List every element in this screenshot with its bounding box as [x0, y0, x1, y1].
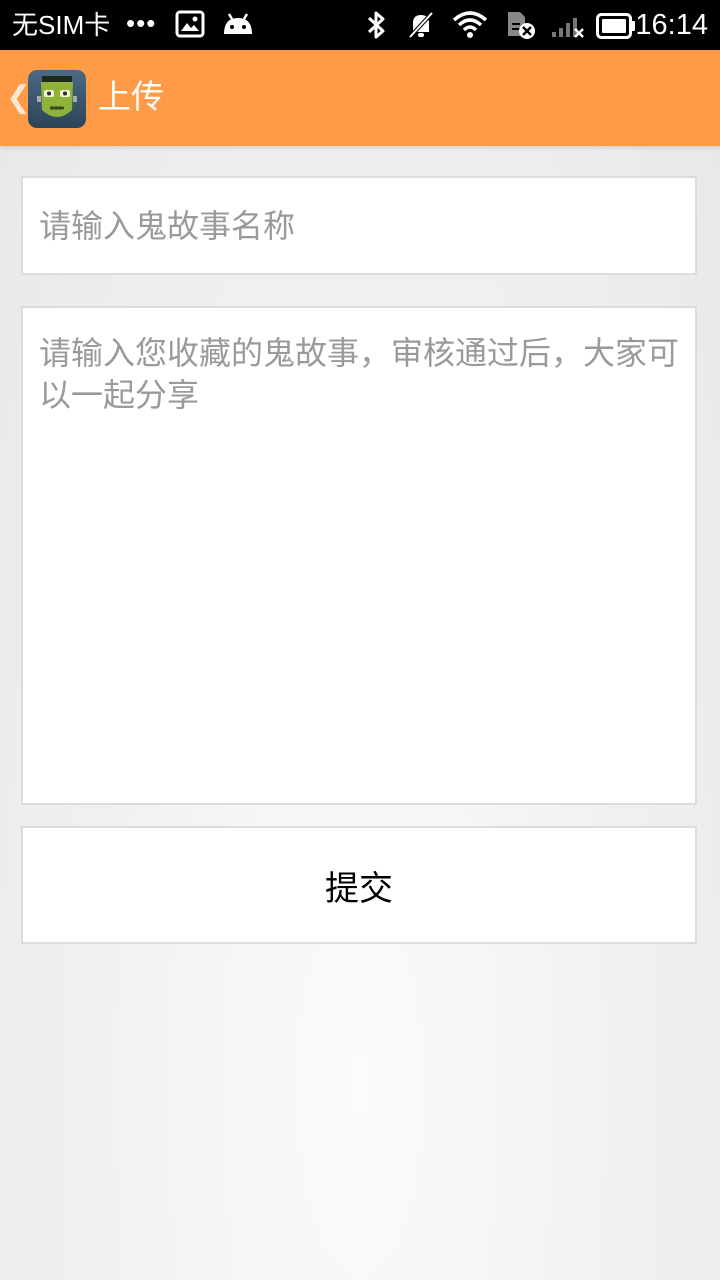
story-title-field	[21, 176, 697, 275]
story-title-input[interactable]	[23, 178, 695, 273]
image-notification-icon	[175, 10, 205, 38]
wifi-icon	[452, 11, 488, 38]
carrier-label: 无SIM卡	[12, 10, 111, 40]
android-icon	[224, 13, 252, 34]
action-bar: ❮ 上传	[0, 50, 720, 146]
page-title: 上传	[98, 77, 164, 116]
battery-icon	[596, 13, 635, 39]
story-content-textarea[interactable]	[23, 308, 695, 803]
no-sim-icon	[508, 12, 535, 39]
zombie-app-icon[interactable]	[28, 70, 86, 128]
signal-icon	[552, 18, 584, 38]
more-notifications-indicator: •••	[126, 8, 157, 38]
status-bar: 无SIM卡 ••• 16:14	[0, 0, 720, 50]
submit-button[interactable]: 提交	[21, 826, 697, 944]
story-content-field	[21, 306, 697, 805]
mute-icon	[408, 11, 434, 39]
clock: 16:14	[635, 9, 708, 41]
bluetooth-icon	[367, 11, 385, 39]
